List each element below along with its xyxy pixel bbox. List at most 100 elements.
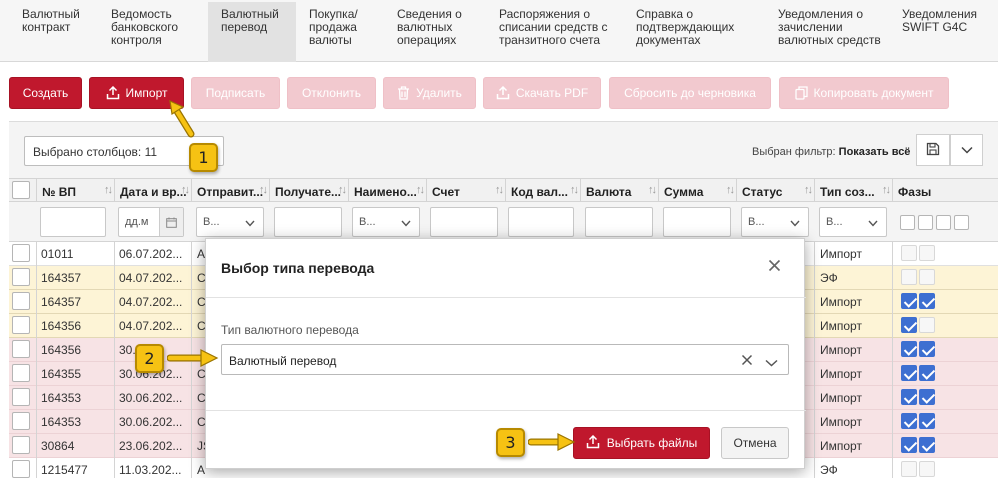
reject-button[interactable]: Отклонить: [287, 77, 376, 109]
sign-button[interactable]: Подписать: [191, 77, 280, 109]
date-filter-input[interactable]: дд.м: [118, 207, 184, 237]
sort-icon[interactable]: ↑↓: [648, 184, 657, 196]
choose-files-button[interactable]: Выбрать файлы: [573, 427, 710, 459]
tab-swift-g4c-notices[interactable]: Уведомления SWIFT G4C: [902, 8, 977, 34]
row-checkbox[interactable]: [12, 340, 30, 358]
row-phase-checkbox[interactable]: [919, 413, 935, 429]
row-checkbox[interactable]: [12, 316, 30, 334]
creation-type-filter-select[interactable]: В...: [819, 207, 887, 237]
row-phase-checkbox[interactable]: [901, 437, 917, 453]
sort-icon[interactable]: ↑↓: [104, 184, 113, 196]
row-phase-checkbox[interactable]: [901, 341, 917, 357]
col-header-currency-code[interactable]: Код вал... ↑↓: [505, 179, 580, 203]
sort-icon[interactable]: ↑↓: [726, 184, 735, 196]
phase-filter-checkbox[interactable]: [918, 215, 933, 230]
create-button[interactable]: Создать: [9, 77, 82, 109]
row-checkbox[interactable]: [12, 292, 30, 310]
select-all-checkbox[interactable]: [12, 181, 30, 199]
row-checkbox[interactable]: [12, 436, 30, 454]
download-pdf-button[interactable]: Скачать PDF: [483, 77, 601, 109]
tab-transit-account-orders[interactable]: Распоряжения о списании средств с транзи…: [499, 8, 608, 47]
sort-icon[interactable]: ↑↓: [338, 184, 347, 196]
filter-dropdown-button[interactable]: [950, 134, 983, 166]
row-phase-checkbox[interactable]: [919, 365, 935, 381]
currency-filter-input[interactable]: [585, 207, 653, 237]
tab-currency-operations-info[interactable]: Сведения о валютных операциях: [397, 8, 462, 47]
recipient-filter-input[interactable]: [274, 207, 342, 237]
cancel-button[interactable]: Отмена: [721, 427, 789, 459]
tab-currency-transfer[interactable]: Валютный перевод: [208, 2, 296, 62]
row-creation-type: Импорт: [820, 319, 862, 333]
reset-draft-button[interactable]: Сбросить до черновика: [609, 77, 771, 109]
transfer-type-select[interactable]: Валютный перевод: [221, 344, 789, 375]
chevron-down-icon[interactable]: [765, 356, 778, 370]
calendar-icon[interactable]: [159, 208, 183, 236]
row-phase-checkbox[interactable]: [901, 365, 917, 381]
col-header-number[interactable]: № ВП ↑↓: [36, 179, 114, 203]
row-phase-checkbox[interactable]: [919, 341, 935, 357]
close-icon[interactable]: [768, 259, 781, 275]
tab-bank-control-statement[interactable]: Ведомость банковского контроля: [111, 8, 178, 47]
row-checkbox[interactable]: [12, 268, 30, 286]
phase-filter-checkbox[interactable]: [954, 215, 969, 230]
sender-filter-select[interactable]: В...: [196, 207, 264, 237]
save-filter-button[interactable]: [916, 134, 950, 166]
row-number: 164355: [41, 367, 82, 381]
row-phase-checkbox[interactable]: [901, 245, 917, 261]
row-phase-checkbox[interactable]: [919, 437, 935, 453]
clear-icon[interactable]: [741, 354, 753, 369]
row-checkbox[interactable]: [12, 244, 30, 262]
sort-icon[interactable]: ↑↓: [259, 184, 268, 196]
number-filter-input[interactable]: [40, 207, 106, 237]
row-phase-checkbox[interactable]: [901, 269, 917, 285]
col-header-account[interactable]: Счет ↑↓: [426, 179, 505, 203]
filter-label: Выбран фильтр:: [752, 146, 836, 158]
row-phase-checkbox[interactable]: [919, 269, 935, 285]
table-header: № ВП ↑↓ Дата и вр... ↑↓ Отправит... ↑↓ Полу…: [9, 178, 998, 203]
callout-arrow-3: [528, 433, 576, 451]
row-phase-checkbox[interactable]: [901, 413, 917, 429]
row-phase-checkbox[interactable]: [901, 293, 917, 309]
col-header-recipient[interactable]: Получате... ↑↓: [269, 179, 348, 203]
col-header-currency[interactable]: Валюта ↑↓: [580, 179, 658, 203]
sort-icon[interactable]: ↑↓: [416, 184, 425, 196]
row-phase-checkbox[interactable]: [901, 317, 917, 333]
col-header-creation-type[interactable]: Тип соз... ↑↓: [814, 179, 892, 203]
sort-icon[interactable]: ↑↓: [181, 184, 190, 196]
row-checkbox[interactable]: [12, 412, 30, 430]
col-header-sender[interactable]: Отправит... ↑↓: [191, 179, 269, 203]
row-checkbox[interactable]: [12, 388, 30, 406]
sort-icon[interactable]: ↑↓: [570, 184, 579, 196]
chevron-down-icon: [401, 218, 411, 230]
tab-supporting-documents[interactable]: Справка о подтверждающих документах: [636, 8, 734, 47]
row-phase-checkbox[interactable]: [919, 317, 935, 333]
row-phase-checkbox[interactable]: [901, 389, 917, 405]
col-header-status[interactable]: Статус ↑↓: [736, 179, 814, 203]
col-header-amount[interactable]: Сумма ↑↓: [658, 179, 736, 203]
col-header-date[interactable]: Дата и вр... ↑↓: [114, 179, 191, 203]
sort-icon[interactable]: ↑↓: [804, 184, 813, 196]
currency-code-filter-input[interactable]: [508, 207, 574, 237]
name-filter-select[interactable]: В...: [352, 207, 420, 237]
row-phase-checkbox[interactable]: [901, 461, 917, 477]
phase-filter-checkbox[interactable]: [936, 215, 951, 230]
sort-icon[interactable]: ↑↓: [495, 184, 504, 196]
account-filter-input[interactable]: [430, 207, 498, 237]
phase-filter-checkbox[interactable]: [900, 215, 915, 230]
amount-filter-input[interactable]: [663, 207, 731, 237]
copy-document-button[interactable]: Копировать документ: [779, 77, 949, 109]
row-phase-checkbox[interactable]: [919, 389, 935, 405]
sender-filter-placeholder: В...: [203, 216, 220, 228]
row-checkbox[interactable]: [12, 364, 30, 382]
tab-currency-contract[interactable]: Валютный контракт: [22, 8, 80, 34]
row-phase-checkbox[interactable]: [919, 245, 935, 261]
status-filter-select[interactable]: В...: [741, 207, 809, 237]
col-header-name[interactable]: Наимено... ↑↓: [348, 179, 426, 203]
delete-button[interactable]: Удалить: [383, 77, 476, 109]
sort-icon[interactable]: ↑↓: [882, 184, 891, 196]
row-phase-checkbox[interactable]: [919, 293, 935, 309]
tab-currency-credit-notices[interactable]: Уведомления о зачислении валютных средст…: [778, 8, 881, 47]
row-phase-checkbox[interactable]: [919, 461, 935, 477]
tab-currency-buy-sell[interactable]: Покупка/ продажа валюты: [309, 8, 358, 47]
row-checkbox[interactable]: [12, 460, 30, 478]
